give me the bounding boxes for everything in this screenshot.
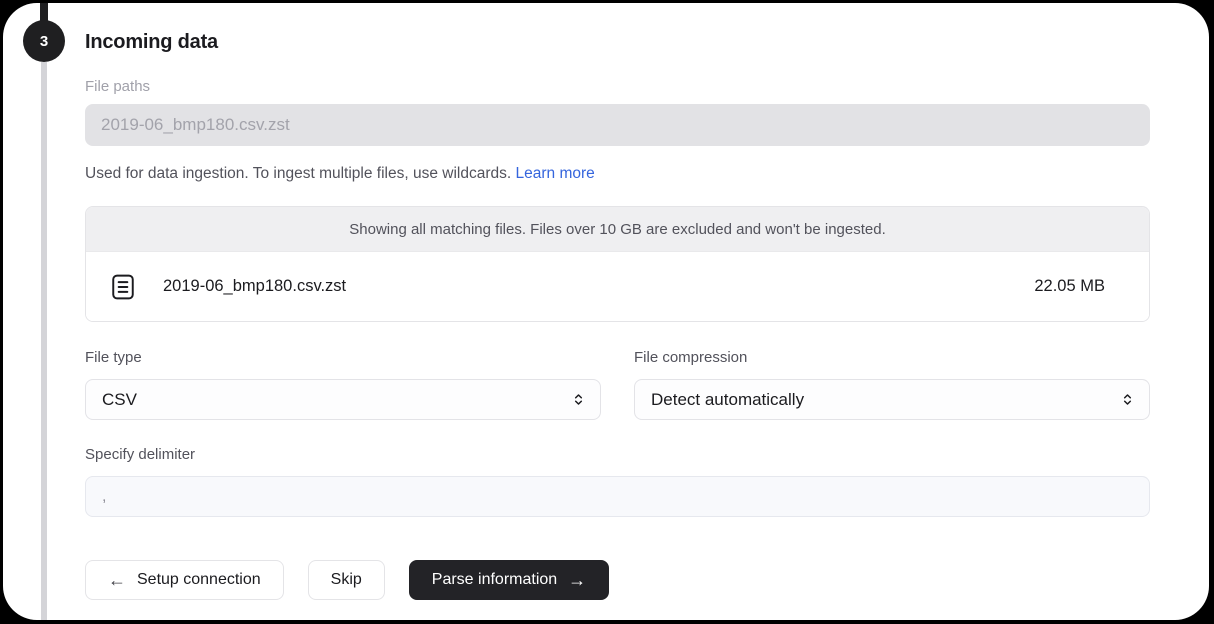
file-size: 22.05 MB [1034,277,1105,296]
file-paths-helper: Used for data ingestion. To ingest multi… [85,164,1150,183]
file-name: 2019-06_bmp180.csv.zst [163,277,1034,296]
parse-information-button[interactable]: Parse information → [409,560,609,600]
wizard-actions: ← Setup connection Skip Parse informatio… [85,560,1150,600]
file-type-value: CSV [102,390,137,410]
parse-information-label: Parse information [432,571,557,589]
document-icon [111,274,135,300]
file-compression-label: File compression [634,349,1150,367]
learn-more-link[interactable]: Learn more [516,165,595,182]
file-type-label: File type [85,349,601,367]
arrow-right-icon: → [568,571,586,589]
chevron-up-down-icon [571,392,586,407]
incoming-data-section: Incoming data File paths 2019-06_bmp180.… [85,3,1150,600]
stepper-connector-bottom [41,62,47,620]
file-compression-field: File compression Detect automatically [634,349,1150,420]
table-row: 2019-06_bmp180.csv.zst 22.05 MB [86,252,1149,321]
format-options-row: File type CSV File compression [85,349,1150,420]
arrow-left-icon: ← [108,571,126,589]
file-compression-value: Detect automatically [651,390,804,410]
delimiter-label: Specify delimiter [85,446,1150,464]
file-paths-label: File paths [85,78,1150,96]
helper-text: Used for data ingestion. To ingest multi… [85,165,516,182]
wizard-card: 3 Incoming data File paths 2019-06_bmp18… [3,3,1209,620]
file-compression-select[interactable]: Detect automatically [634,379,1150,420]
matching-files-table: Showing all matching files. Files over 1… [85,206,1150,322]
table-banner: Showing all matching files. Files over 1… [86,207,1149,252]
delimiter-input[interactable] [85,476,1150,517]
setup-connection-label: Setup connection [137,571,261,589]
file-type-field: File type CSV [85,349,601,420]
step-number: 3 [40,33,48,50]
file-type-select[interactable]: CSV [85,379,601,420]
app-window: 3 Incoming data File paths 2019-06_bmp18… [0,0,1214,624]
step-indicator: 3 [23,20,65,62]
skip-button[interactable]: Skip [308,560,385,600]
page-title: Incoming data [85,29,1150,55]
file-paths-input: 2019-06_bmp180.csv.zst [85,104,1150,146]
setup-connection-button[interactable]: ← Setup connection [85,560,284,600]
chevron-up-down-icon [1120,392,1135,407]
skip-label: Skip [331,571,362,589]
